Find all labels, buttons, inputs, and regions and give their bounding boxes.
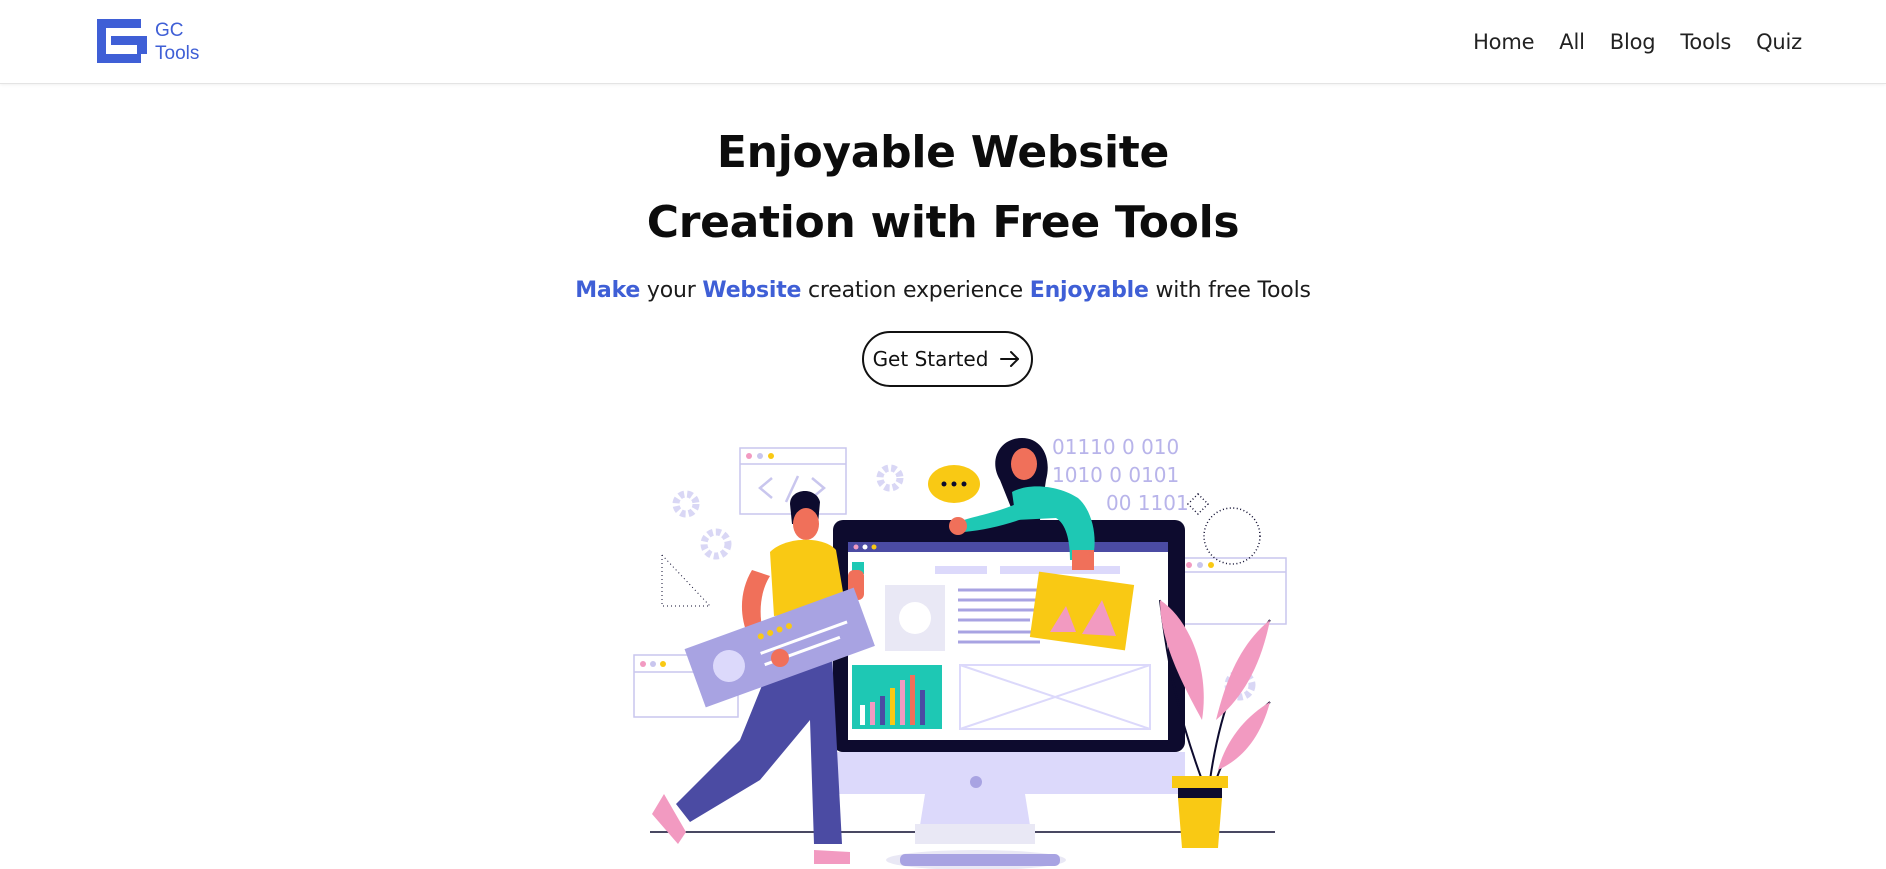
gc-logo-icon xyxy=(97,19,147,63)
brand-logo[interactable]: GC Tools xyxy=(97,19,227,67)
subtitle-highlight-make: Make xyxy=(575,278,641,303)
nav-all[interactable]: All xyxy=(1559,26,1585,58)
get-started-label: Get Started xyxy=(872,347,989,371)
brand-line-2: Tools xyxy=(155,43,200,64)
get-started-button[interactable]: Get Started xyxy=(862,331,1033,387)
binary-line-3: 00 1101 xyxy=(1106,491,1189,515)
binary-line-1: 01110 0 010 xyxy=(1052,435,1179,459)
brand-name: GC Tools xyxy=(155,19,199,65)
hero-title-line-2: Creation with Free Tools xyxy=(646,197,1240,248)
hero-section: Enjoyable Website Creation with Free Too… xyxy=(0,118,1886,308)
hero-subtitle: Make your Website creation experience En… xyxy=(0,274,1886,308)
arrow-right-icon xyxy=(1000,351,1020,367)
hero-title: Enjoyable Website Creation with Free Too… xyxy=(0,118,1886,258)
nav-tools[interactable]: Tools xyxy=(1680,26,1731,58)
nav-quiz[interactable]: Quiz xyxy=(1756,26,1802,58)
binary-line-2: 1010 0 0101 xyxy=(1052,463,1179,487)
nav-blog[interactable]: Blog xyxy=(1610,26,1656,58)
brand-line-1: GC xyxy=(155,20,184,41)
subtitle-highlight-enjoyable: Enjoyable xyxy=(1029,278,1149,303)
subtitle-highlight-website: Website xyxy=(702,278,802,303)
site-header: GC Tools Home All Blog Tools Quiz xyxy=(0,0,1886,84)
hero-title-line-1: Enjoyable Website xyxy=(716,127,1170,178)
subtitle-text-3: with free Tools xyxy=(1148,278,1311,303)
main-nav: Home All Blog Tools Quiz xyxy=(1448,26,1802,58)
hero-illustration: 01110 0 010 1010 0 0101 00 1101 xyxy=(633,435,1287,869)
browser-window-right xyxy=(1179,557,1287,625)
subtitle-text-2: creation experience xyxy=(801,278,1030,303)
nav-home[interactable]: Home xyxy=(1473,26,1534,58)
monitor xyxy=(833,520,1185,866)
subtitle-text-1: your xyxy=(640,278,703,303)
